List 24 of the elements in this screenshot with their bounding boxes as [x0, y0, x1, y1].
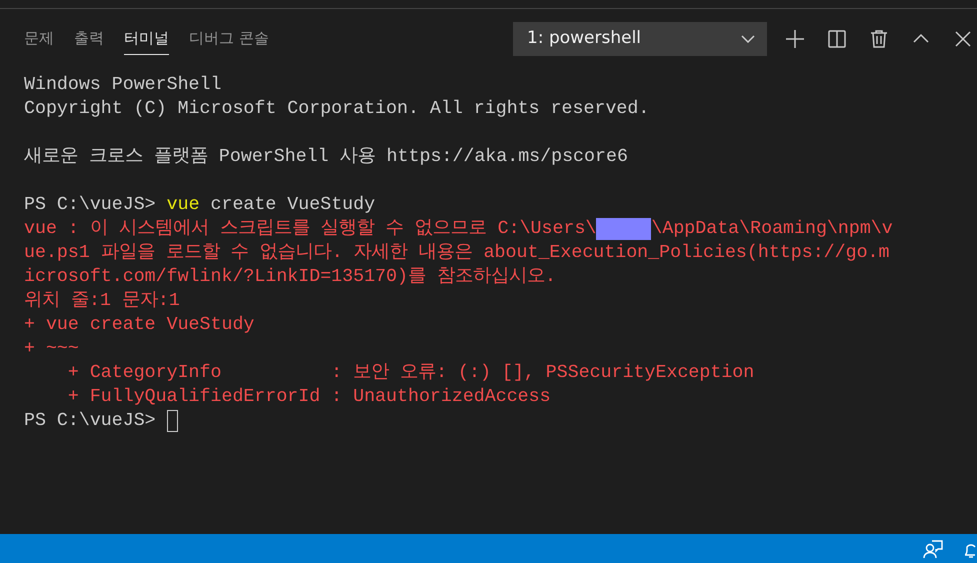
- terminal-text: PS C:\vueJS>: [24, 410, 157, 433]
- error-text: icrosoft.com/fwlink/?LinkID=135170)를 참조하십시오.: [24, 266, 556, 289]
- panel-tab[interactable]: 출력: [74, 22, 104, 56]
- error-text: 위치 줄:1 문자:1: [24, 290, 180, 313]
- panel-tab[interactable]: 터미널: [124, 22, 169, 56]
- error-text: \AppData\Roaming\npm\v: [651, 218, 893, 241]
- error-text: + FullyQualifiedErrorId : UnauthorizedAccess: [66, 386, 551, 409]
- terminal-text: 새로운 크로스 플랫폼 PowerShell 사용 https://aka.ms/pscore6: [24, 146, 628, 169]
- error-text: ue.ps1 파일을 로드할 수 없습니다. 자세한 내용은 about_Execution_Policies(https://go.m: [24, 242, 890, 265]
- error-text: + vue create VueStudy: [24, 314, 254, 337]
- terminal-text: Copyright (C) Microsoft Corporation. All rights reserved.: [24, 98, 650, 121]
- terminal-text: create VueStudy: [210, 194, 376, 217]
- chevron-down-icon: [741, 35, 755, 43]
- panel-tab[interactable]: 문제: [24, 22, 54, 56]
- terminal-select[interactable]: 1: powershell: [513, 22, 767, 56]
- command-text: vue: [166, 194, 200, 217]
- terminal-text: PS C:\vueJS>: [24, 194, 157, 217]
- error-text: vue : 이 시스템에서 스크립트를 실행할 수 없으므로 C:\Users\: [24, 218, 596, 241]
- error-text: + ~~~: [24, 338, 79, 361]
- feedback-icon[interactable]: [923, 538, 943, 558]
- panel-tab[interactable]: 디버그 콘솔: [189, 22, 269, 56]
- terminal-text: Windows PowerShell: [24, 74, 222, 97]
- redaction-block: [596, 218, 652, 240]
- error-text: + CategoryInfo : 보안 오류: (:) [], PSSecurityException: [66, 362, 754, 385]
